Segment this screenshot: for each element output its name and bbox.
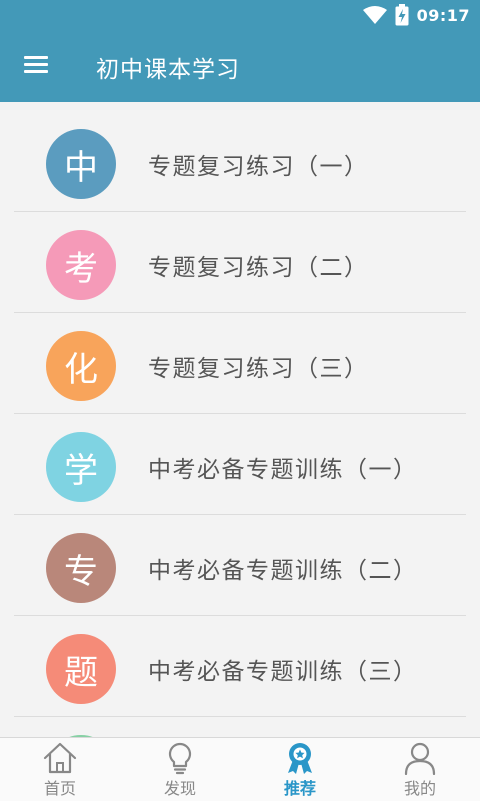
status-icons: 09:17 xyxy=(362,4,470,26)
status-bar: 09:17 xyxy=(0,0,480,30)
item-label: 中考必备专题训练（二） xyxy=(148,558,418,584)
award-icon xyxy=(288,743,312,774)
item-label: 专题复习练习（一） xyxy=(148,154,369,180)
item-label: 中考必备专题训练（三） xyxy=(148,659,418,685)
tab-label: 推荐 xyxy=(283,779,316,798)
tab-label: 我的 xyxy=(403,779,436,798)
list-item[interactable]: 题 中考必备专题训练（三） xyxy=(14,616,466,717)
item-badge: 学 xyxy=(46,432,116,502)
status-time: 09:17 xyxy=(416,5,470,25)
list-item[interactable]: 中 专题复习练习（一） xyxy=(14,111,466,212)
home-icon xyxy=(43,742,77,774)
item-badge: 专 xyxy=(46,533,116,603)
item-badge: 中 xyxy=(46,129,116,199)
list-item[interactable]: 考 专题复习练习（二） xyxy=(14,212,466,313)
tab-label: 发现 xyxy=(163,779,196,798)
item-label: 中考必备专题训练（一） xyxy=(148,457,418,483)
item-label: 专题复习练习（二） xyxy=(148,255,369,281)
list-item[interactable]: 化 专题复习练习（三） xyxy=(14,313,466,414)
lightbulb-icon xyxy=(168,742,192,775)
battery-icon xyxy=(395,4,409,26)
item-label: 专题复习练习（三） xyxy=(148,356,369,382)
list-item[interactable]: 学 中考必备专题训练（一） xyxy=(14,414,466,515)
list-item[interactable] xyxy=(14,717,466,737)
app-bar: 初中课本学习 xyxy=(0,30,480,102)
tab-home[interactable]: 首页 xyxy=(0,738,120,801)
tab-label: 首页 xyxy=(43,779,76,798)
tab-recommend[interactable]: 推荐 xyxy=(240,738,360,801)
item-badge: 考 xyxy=(46,230,116,300)
menu-icon[interactable] xyxy=(20,52,54,80)
tab-discover[interactable]: 发现 xyxy=(120,738,240,801)
wifi-icon xyxy=(362,6,387,24)
item-badge: 题 xyxy=(46,634,116,704)
course-list[interactable]: 中 专题复习练习（一） 考 专题复习练习（二） 化 专题复习练习（三） 学 中考… xyxy=(0,111,480,737)
item-badge: 化 xyxy=(46,331,116,401)
bottom-tab-bar: 首页 发现 推荐 我的 xyxy=(0,737,480,801)
list-item[interactable]: 专 中考必备专题训练（二） xyxy=(14,515,466,616)
page-title: 初中课本学习 xyxy=(96,57,240,83)
tab-me[interactable]: 我的 xyxy=(360,738,480,801)
user-icon xyxy=(404,742,436,775)
